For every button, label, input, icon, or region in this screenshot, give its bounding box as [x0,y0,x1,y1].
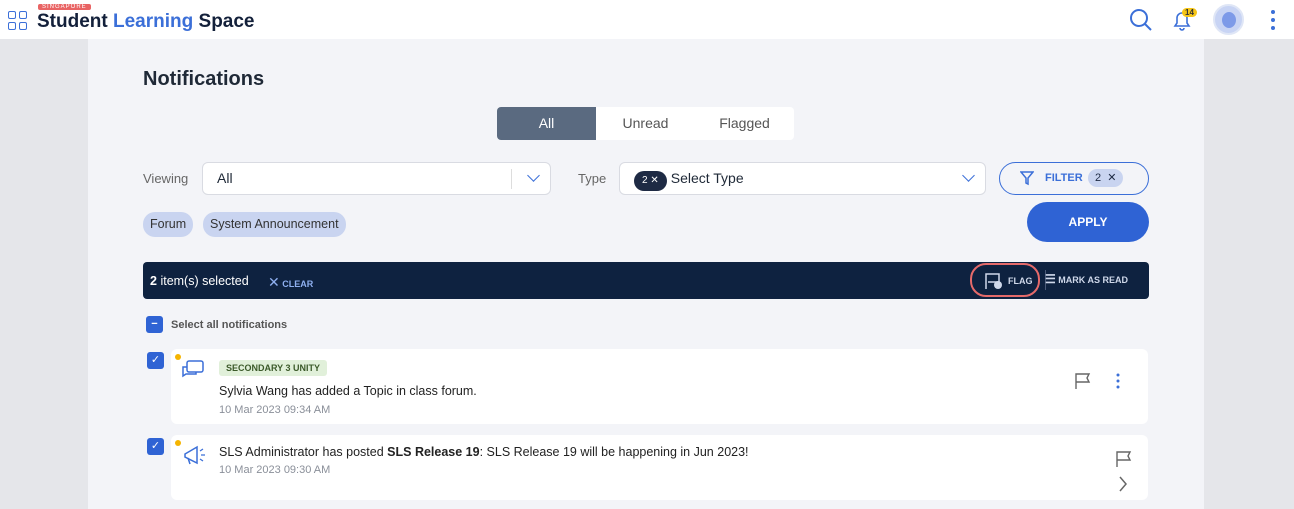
type-count-chip[interactable]: 2 ✕ [634,171,667,191]
notification-card[interactable]: SLS Administrator has posted SLS Release… [171,435,1148,500]
flag-icon[interactable] [1074,372,1092,390]
filter-count-chip[interactable]: 2 ✕ [1088,169,1124,187]
tab-unread[interactable]: Unread [596,107,695,140]
chevron-down-icon [962,169,975,182]
filter-chip-system-announcement[interactable]: System Announcement [203,212,346,237]
clear-button[interactable]: ✕ CLEAR [268,274,313,291]
page-title: Notifications [143,68,265,90]
notification-card[interactable]: SECONDARY 3 UNITY Sylvia Wang has added … [171,349,1148,424]
type-select[interactable]: 2 ✕ Select Type [619,162,986,195]
flag-add-icon [985,273,1002,289]
close-icon: ✕ [268,274,280,290]
filter-chip-forum[interactable]: Forum [143,212,194,237]
type-label: Type [578,171,607,186]
chevron-down-icon [527,169,540,182]
search-icon[interactable] [1129,8,1153,32]
filter-icon [1020,171,1034,186]
selection-bar: 2 item(s) selected ✕ CLEAR FLAG ☰ MARK A… [143,262,1149,299]
mark-as-read-button[interactable]: ☰ MARK AS READ [1045,272,1128,286]
top-header: SINGAPORE Student Learning Space 14 [0,0,1294,39]
notification-tabs: All Unread Flagged [497,107,794,140]
tab-flagged[interactable]: Flagged [695,107,794,140]
logo[interactable]: Student Learning Space [37,11,255,33]
selected-count: 2 [150,274,157,288]
more-vertical-icon[interactable] [1268,9,1278,31]
notification-count-badge: 14 [1182,8,1197,17]
notification-message: Sylvia Wang has added a Topic in class f… [219,384,477,398]
apply-button[interactable]: APPLY [1027,202,1149,242]
notification-message: SLS Administrator has posted SLS Release… [219,445,749,459]
class-tag: SECONDARY 3 UNITY [219,360,328,376]
unread-dot [175,440,181,446]
notification-checkbox[interactable]: ✓ [147,438,164,455]
flag-button[interactable]: FLAG [970,263,1040,297]
notification-time: 10 Mar 2023 09:34 AM [219,404,331,416]
notification-time: 10 Mar 2023 09:30 AM [219,464,331,476]
viewing-select[interactable]: All [202,162,551,195]
forum-icon [182,360,204,378]
checklist-icon: ☰ [1045,272,1056,286]
unread-dot [175,354,181,360]
notification-checkbox[interactable]: ✓ [147,352,164,369]
selected-text: item(s) selected [160,274,249,288]
megaphone-icon [184,445,205,465]
avatar[interactable] [1213,4,1244,35]
more-vertical-icon[interactable] [1114,372,1122,390]
filter-label: FILTER [1045,172,1083,184]
flag-icon[interactable] [1115,450,1133,468]
select-all-label: Select all notifications [171,319,288,331]
viewing-label: Viewing [143,171,189,186]
logo-tag: SINGAPORE [38,4,91,10]
chevron-right-icon[interactable] [1118,476,1128,492]
tab-all[interactable]: All [497,107,596,140]
filter-button[interactable]: FILTER 2 ✕ [999,162,1149,195]
select-all-checkbox[interactable]: − [146,316,163,333]
apps-grid-icon[interactable] [8,11,27,30]
type-placeholder: Select Type [670,170,744,186]
viewing-value: All [217,170,233,186]
